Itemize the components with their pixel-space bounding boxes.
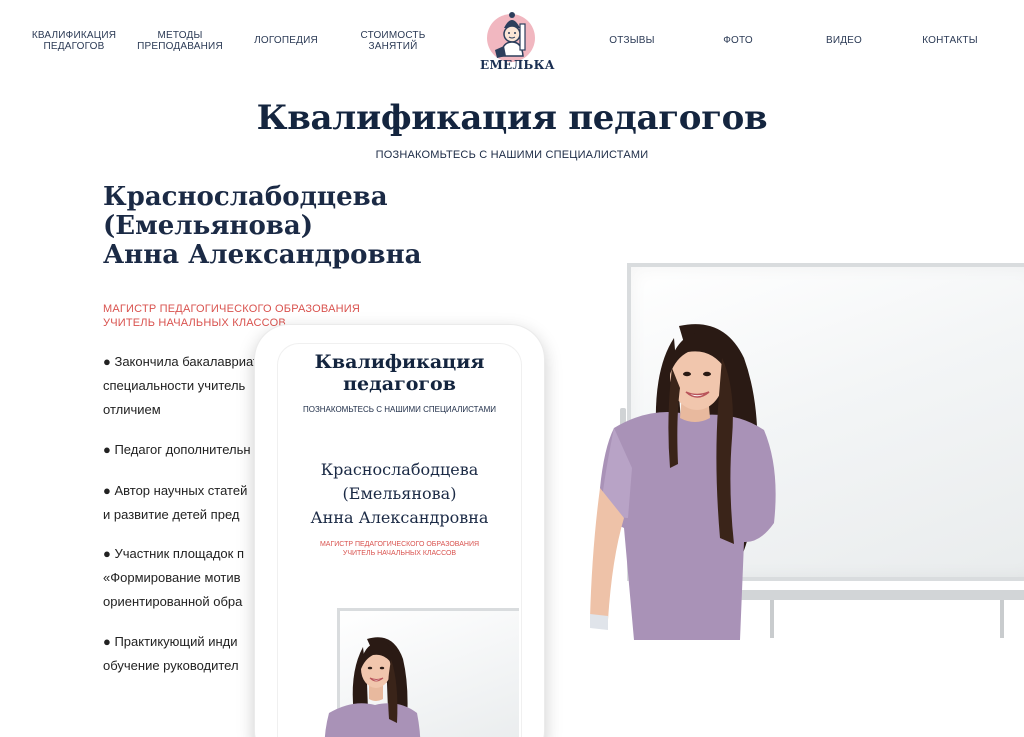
teacher-name-line: Краснослабодцева (103, 182, 388, 212)
nav-item-photo[interactable]: Фото (688, 35, 788, 46)
nav-item-contacts[interactable]: Контакты (900, 35, 1000, 46)
nav-item-lesson-prices[interactable]: Стоимость занятий (343, 30, 443, 52)
mobile-name-line: (Емельянова) (342, 484, 457, 503)
mobile-teacher-name: Краснослабодцева (Емельянова) Анна Алекс… (277, 458, 522, 530)
bullet-line: ● Практикующий инди (103, 634, 238, 649)
mobile-page-subtitle: Познакомьтесь с нашими специалистами (302, 405, 497, 414)
mobile-name-line: Анна Александровна (310, 508, 489, 527)
logo-text: ЕМЕЛЬКА (480, 58, 555, 72)
bullet-line: ● Педагог дополнительн (103, 442, 251, 457)
nav-label-line: педагогов (43, 41, 105, 52)
bullet-line: ● Автор научных статей (103, 483, 248, 498)
teacher-name-line: (Емельянова) (103, 211, 314, 241)
nav-label-line: Стоимость (360, 30, 426, 41)
teacher-role-line: Учитель начальных классов (103, 317, 286, 329)
bullet-line: ориентированной обра (103, 594, 243, 609)
logo-character-icon (495, 12, 526, 58)
whiteboard-leg (1000, 600, 1004, 638)
bullet-line: «Формирование мотив (103, 570, 241, 585)
nav-item-reviews[interactable]: Отзывы (582, 35, 682, 46)
mobile-title-line: Квалификация (314, 351, 485, 373)
bullet-line: обучение руководител (103, 658, 239, 673)
site-logo[interactable]: ЕМЕЛЬКА (480, 6, 555, 72)
teacher-name: Краснослабодцева (Емельянова) Анна Алекс… (103, 183, 523, 270)
mobile-teacher-role: Магистр педагогического образования Учит… (277, 540, 522, 558)
teacher-role-line: Магистр педагогического образования (103, 303, 361, 315)
page-subtitle: Познакомьтесь с нашими специалистами (375, 149, 649, 161)
nav-label-line: занятий (368, 41, 418, 52)
mobile-teacher-photo (319, 608, 519, 737)
nav-label-line: Методы (157, 30, 203, 41)
mobile-teacher-portrait (324, 637, 421, 737)
nav-label-line: преподавания (137, 41, 223, 52)
nav-item-video[interactable]: Видео (794, 35, 894, 46)
bullet-line: ● Закончила бакалавриат (103, 354, 259, 369)
nav-item-speech-therapy[interactable]: Логопедия (236, 35, 336, 46)
mobile-page-title: Квалификация педагогов (277, 351, 522, 395)
mobile-name-line: Краснослабодцева (320, 460, 479, 479)
nav-item-teacher-qualification[interactable]: Квалификация педагогов (24, 30, 124, 52)
mobile-preview-mockup: Квалификация педагогов Познакомьтесь с н… (255, 325, 544, 737)
teacher-name-line: Анна Александровна (103, 240, 422, 270)
nav-item-teaching-methods[interactable]: Методы преподавания (130, 30, 230, 52)
mobile-title-line: педагогов (343, 373, 456, 395)
bullet-line: специальности учитель (103, 378, 246, 393)
mobile-preview-screen: Квалификация педагогов Познакомьтесь с н… (277, 343, 522, 737)
bullet-line: отличием (103, 402, 161, 417)
teacher-portrait (590, 324, 776, 640)
bullet-line: ● Участник площадок п (103, 546, 245, 561)
mobile-role-line: Учитель начальных классов (342, 550, 457, 557)
mobile-role-line: Магистр педагогического образования (319, 541, 480, 548)
bullet-line: и развитие детей пред (103, 507, 240, 522)
page-title: Квалификация педагогов (256, 98, 768, 138)
nav-label-line: Квалификация (31, 30, 117, 41)
